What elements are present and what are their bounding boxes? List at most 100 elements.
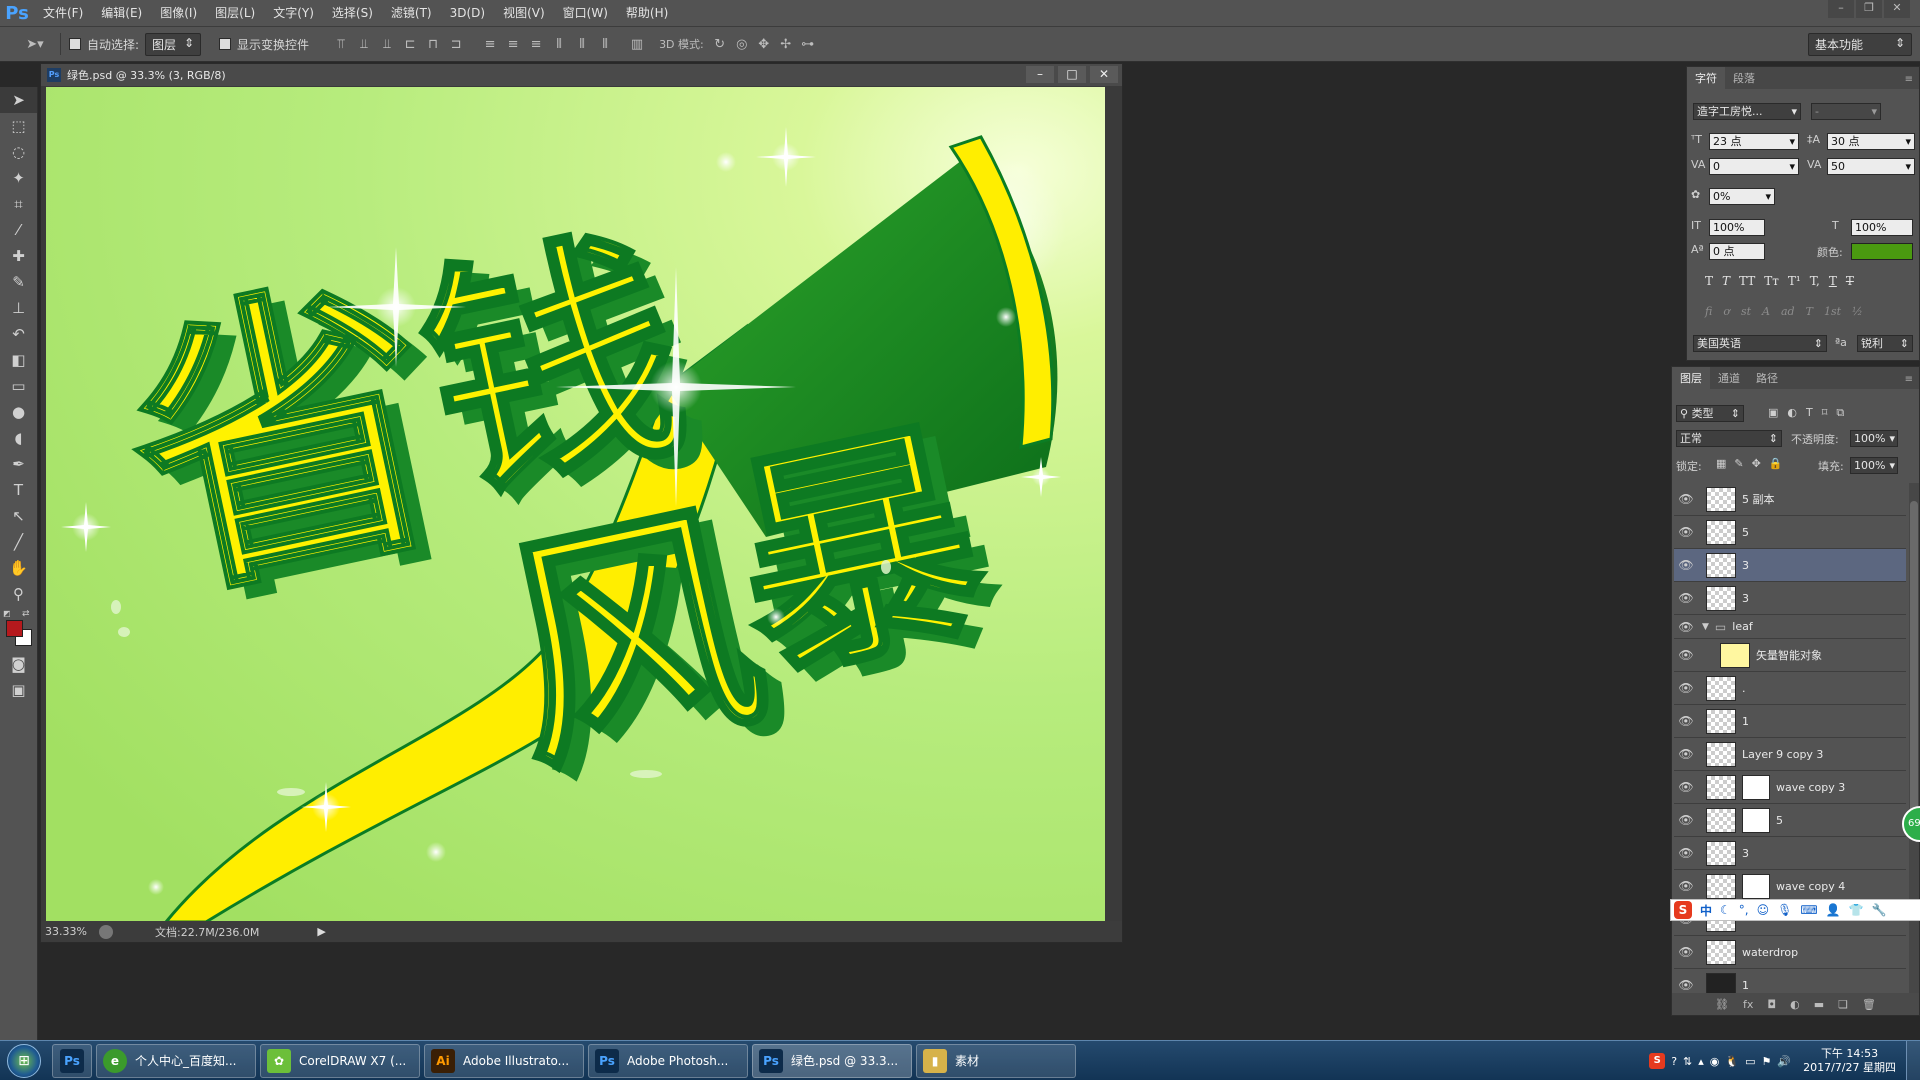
text-color-swatch[interactable]	[1851, 243, 1913, 260]
underline-button[interactable]: T	[1829, 274, 1837, 288]
align-right-icon[interactable]: ⊐	[446, 34, 466, 54]
auto-align-icon[interactable]: ▥	[627, 34, 647, 54]
align-left-icon[interactable]: ⊏	[400, 34, 420, 54]
eye-icon[interactable]: 👁	[1674, 879, 1698, 893]
layer-row[interactable]: 👁 wave copy 3	[1674, 771, 1906, 804]
lasso-tool-icon[interactable]: ◌	[0, 139, 37, 165]
tray-expand-icon[interactable]: ▴	[1698, 1055, 1704, 1068]
distribute-bottom-icon[interactable]: ≡	[526, 34, 546, 54]
tab-channels[interactable]: 通道	[1710, 367, 1748, 389]
3d-pan-icon[interactable]: ✥	[754, 34, 774, 54]
baseline-shift-field[interactable]: 0 点	[1709, 243, 1765, 260]
layer-row[interactable]: 👁 Layer 9 copy 3	[1674, 738, 1906, 771]
eye-icon[interactable]: 👁	[1674, 681, 1698, 695]
sogou-tray-icon[interactable]: S	[1649, 1053, 1666, 1069]
3d-slide-icon[interactable]: ✢	[776, 34, 796, 54]
zoom-level[interactable]: 33.33%	[41, 925, 91, 938]
moon-icon[interactable]: ☾	[1720, 903, 1731, 917]
doc-close-button[interactable]: ✕	[1090, 66, 1118, 83]
keyboard-icon[interactable]: ⌨	[1800, 903, 1817, 917]
ot-titling-button[interactable]: ad	[1781, 305, 1795, 318]
history-brush-icon[interactable]: ↶	[0, 321, 37, 347]
distribute-right-icon[interactable]: ⫴	[595, 34, 615, 54]
default-colors-icon[interactable]: ◩	[3, 609, 11, 618]
auto-select-checkbox[interactable]	[69, 38, 81, 50]
foreground-color[interactable]	[6, 620, 23, 637]
display-icon[interactable]: ▭	[1745, 1055, 1755, 1068]
layer-row[interactable]: 👁 5	[1674, 516, 1906, 549]
filter-smart-object-icon[interactable]: ⧉	[1836, 406, 1844, 420]
layer-filter-dropdown[interactable]: ⚲ 类型 ⇕	[1676, 405, 1744, 422]
3d-scale-icon[interactable]: ⊶	[798, 34, 818, 54]
distribute-left-icon[interactable]: ⫴	[549, 34, 569, 54]
sogou-logo-icon[interactable]: S	[1674, 901, 1692, 919]
taskbar-item-folder[interactable]: ▮ 素材	[916, 1043, 1076, 1078]
faux-italic-button[interactable]: T	[1722, 274, 1730, 288]
delete-layer-icon[interactable]: 🗑	[1862, 998, 1876, 1011]
scrollbar-thumb[interactable]	[1910, 501, 1918, 831]
tab-paths[interactable]: 路径	[1748, 367, 1786, 389]
layer-row[interactable]: 👁 矢量智能对象	[1674, 639, 1906, 672]
network-icon[interactable]: ⇅	[1683, 1055, 1692, 1068]
show-desktop-button[interactable]	[1906, 1041, 1920, 1080]
layer-row[interactable]: 👁 5	[1674, 804, 1906, 837]
workspace-dropdown[interactable]: 基本功能 ⇕	[1808, 32, 1912, 56]
distribute-vcenter-icon[interactable]: ≡	[503, 34, 523, 54]
layer-row-selected[interactable]: 👁 3	[1674, 549, 1906, 582]
user-icon[interactable]: 👤	[1826, 903, 1841, 917]
brush-tool-icon[interactable]: ✎	[0, 269, 37, 295]
magic-wand-icon[interactable]: ✦	[0, 165, 37, 191]
ot-ornaments-button[interactable]: T	[1806, 305, 1813, 318]
3d-roll-icon[interactable]: ◎	[732, 34, 752, 54]
blend-mode-dropdown[interactable]: 正常 ⇕	[1676, 430, 1782, 447]
tools-icon[interactable]: 🔧	[1872, 903, 1887, 917]
eye-icon[interactable]: 👁	[1674, 714, 1698, 728]
filter-adjustment-icon[interactable]: ◐	[1787, 406, 1797, 420]
auto-select-dropdown[interactable]: 图层 ⇕	[145, 32, 202, 56]
align-top-icon[interactable]: ⫪	[331, 34, 351, 54]
status-info-icon[interactable]	[99, 924, 113, 939]
status-menu-arrow-icon[interactable]: ▶	[317, 925, 325, 938]
menu-3d[interactable]: 3D(D)	[441, 0, 494, 27]
vertical-scale-field[interactable]: 100%	[1709, 219, 1765, 236]
language-dropdown[interactable]: 美国英语 ⇕	[1693, 335, 1827, 352]
font-size-field[interactable]: 23 点 ▾	[1709, 133, 1799, 150]
group-expand-icon[interactable]: ▼	[1702, 622, 1709, 632]
kerning-field[interactable]: 0 ▾	[1709, 158, 1799, 175]
lock-pixels-icon[interactable]: ✎	[1734, 457, 1743, 470]
blur-tool-icon[interactable]: ●	[0, 399, 37, 425]
layer-row[interactable]: 👁.	[1674, 672, 1906, 705]
lock-transparency-icon[interactable]: ▦	[1716, 457, 1726, 470]
layer-row[interactable]: 👁 waterdrop	[1674, 936, 1906, 969]
clock[interactable]: 下午 14:53 2017/7/27 星期四	[1803, 1047, 1896, 1075]
menu-window[interactable]: 窗口(W)	[554, 0, 617, 27]
punctuation-icon[interactable]: °,	[1739, 903, 1749, 917]
healing-brush-icon[interactable]: ✚	[0, 243, 37, 269]
leading-field[interactable]: 30 点 ▾	[1827, 133, 1915, 150]
sync-icon[interactable]: ◉	[1710, 1055, 1720, 1068]
canvas[interactable]: 省 省 钱 钱 风 风 暴 暴	[46, 87, 1105, 923]
taskbar-item-illustrator[interactable]: Ai Adobe Illustrato...	[424, 1043, 584, 1078]
layer-row[interactable]: 👁 3	[1674, 837, 1906, 870]
layer-row[interactable]: 👁 3	[1674, 582, 1906, 615]
panel-menu-icon[interactable]: ≡	[1899, 74, 1919, 89]
crop-tool-icon[interactable]: ⌗	[0, 191, 37, 217]
panel-menu-icon[interactable]: ≡	[1899, 374, 1919, 389]
tsume-field[interactable]: 0% ▾	[1709, 188, 1775, 205]
ot-swash-button[interactable]: st	[1741, 305, 1751, 318]
eraser-icon[interactable]: ◧	[0, 347, 37, 373]
antialias-dropdown[interactable]: 锐利 ⇕	[1857, 335, 1913, 352]
dodge-tool-icon[interactable]: ◖	[0, 425, 37, 451]
minimize-button[interactable]: –	[1828, 0, 1854, 18]
menu-view[interactable]: 视图(V)	[494, 0, 554, 27]
menu-help[interactable]: 帮助(H)	[617, 0, 677, 27]
eye-icon[interactable]: 👁	[1674, 945, 1698, 959]
filter-type-icon[interactable]: T	[1806, 406, 1813, 420]
small-caps-button[interactable]: Tт	[1764, 274, 1779, 288]
clone-stamp-icon[interactable]: ⊥	[0, 295, 37, 321]
eye-icon[interactable]: 👁	[1674, 591, 1698, 605]
faux-bold-button[interactable]: T	[1705, 274, 1713, 288]
ot-fractions-button[interactable]: ½	[1852, 305, 1863, 318]
ot-ligatures-button[interactable]: fi	[1705, 305, 1712, 318]
new-layer-icon[interactable]: ❏	[1838, 998, 1848, 1011]
